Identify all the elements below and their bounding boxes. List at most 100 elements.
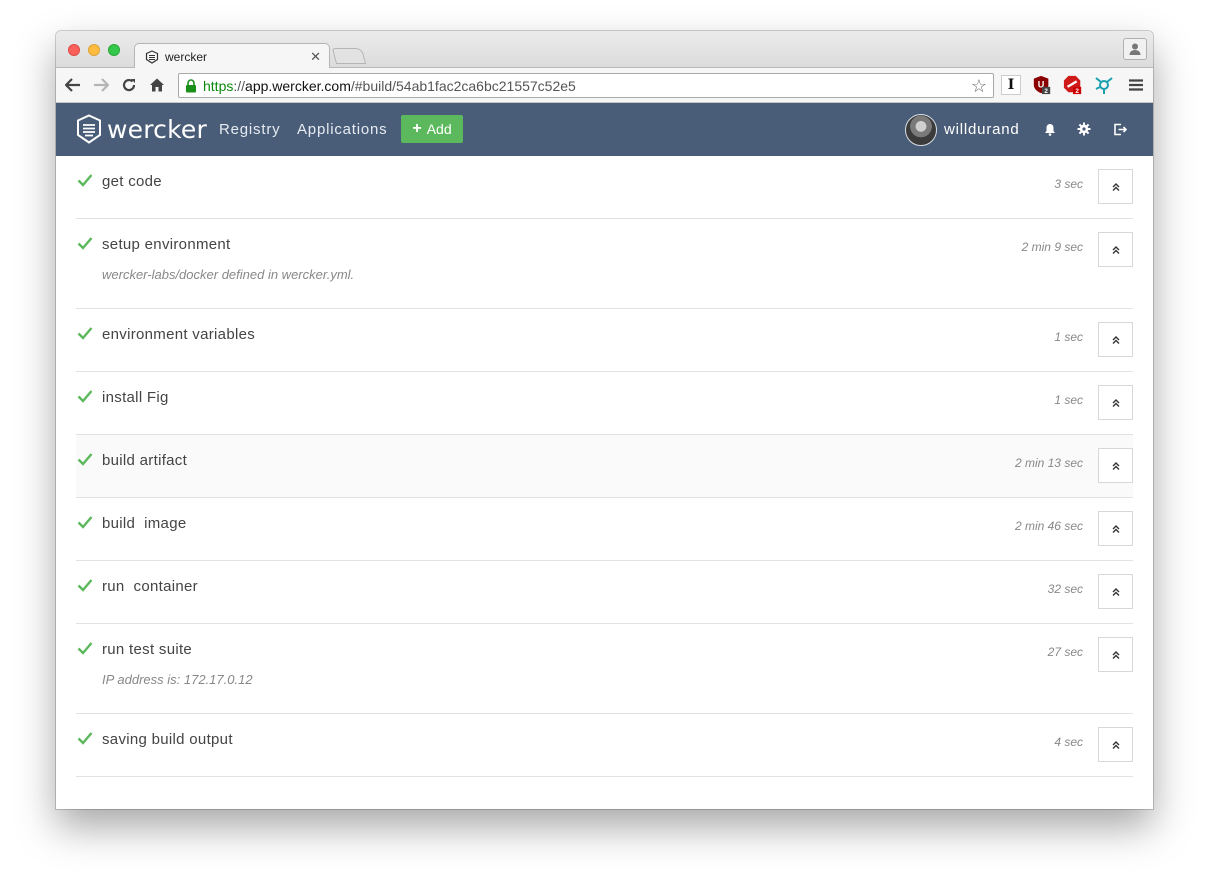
url-path: /#build/54ab1fac2ca6bc21557c52e5 bbox=[350, 77, 576, 94]
build-step-install-fig[interactable]: install Fig 1 sec bbox=[76, 372, 1133, 435]
check-icon bbox=[77, 236, 93, 255]
collapse-button[interactable] bbox=[1098, 322, 1133, 357]
build-step-get-code[interactable]: get code 3 sec bbox=[76, 156, 1133, 219]
step-name: run container bbox=[102, 578, 198, 595]
step-name: environment variables bbox=[102, 326, 256, 343]
collapse-button[interactable] bbox=[1098, 574, 1133, 609]
menu-icon[interactable] bbox=[1126, 75, 1146, 95]
add-button-label: Add bbox=[426, 121, 452, 137]
wercker-favicon-icon bbox=[145, 49, 159, 64]
logout-icon[interactable] bbox=[1112, 121, 1128, 137]
url-scheme-separator: :// bbox=[233, 77, 246, 94]
check-icon bbox=[77, 578, 93, 597]
nav-registry[interactable]: Registry bbox=[219, 121, 280, 138]
notifications-bell-icon[interactable] bbox=[1042, 121, 1058, 137]
url-scheme: https bbox=[203, 77, 234, 94]
forward-icon[interactable] bbox=[92, 76, 110, 94]
double-chevron-up-icon bbox=[1112, 461, 1119, 470]
step-duration: 4 sec bbox=[1054, 735, 1083, 749]
step-name: run test suite bbox=[102, 641, 193, 658]
check-icon bbox=[77, 731, 93, 750]
lock-icon bbox=[185, 79, 197, 96]
step-name: build artifact bbox=[102, 452, 188, 469]
browser-window: wercker ✕ https://app.wercker.com/#build… bbox=[56, 31, 1153, 809]
double-chevron-up-icon bbox=[1112, 587, 1119, 596]
double-chevron-up-icon bbox=[1112, 524, 1119, 533]
instapaper-label: I bbox=[1007, 77, 1015, 93]
tab-strip: wercker ✕ bbox=[56, 31, 1153, 69]
logo-text: wercker bbox=[107, 114, 207, 144]
double-chevron-up-icon bbox=[1112, 398, 1119, 407]
collapse-button[interactable] bbox=[1098, 727, 1133, 762]
collapse-button[interactable] bbox=[1098, 232, 1133, 267]
plus-icon: + bbox=[412, 120, 422, 137]
step-duration: 2 min 13 sec bbox=[1014, 456, 1083, 470]
step-duration: 1 sec bbox=[1054, 330, 1083, 344]
app-header: wercker Registry Applications + Add will… bbox=[56, 103, 1153, 156]
browser-toolbar: https://app.wercker.com/#build/54ab1fac2… bbox=[56, 68, 1153, 103]
double-chevron-up-icon bbox=[1112, 245, 1119, 254]
collapse-button[interactable] bbox=[1098, 511, 1133, 546]
step-message: wercker-labs/docker defined in wercker.y… bbox=[102, 267, 355, 282]
step-duration: 1 sec bbox=[1054, 393, 1083, 407]
step-name: build image bbox=[102, 515, 187, 532]
build-step-build-image[interactable]: build image 2 min 46 sec bbox=[76, 498, 1133, 561]
build-steps-list: get code 3 sec setup environment wercker… bbox=[76, 156, 1133, 777]
tab-title: wercker bbox=[165, 49, 208, 64]
instapaper-icon[interactable]: I bbox=[1001, 75, 1021, 95]
build-step-run-container[interactable]: run container 32 sec bbox=[76, 561, 1133, 624]
nav-applications[interactable]: Applications bbox=[297, 121, 387, 138]
browser-tab[interactable]: wercker ✕ bbox=[134, 43, 330, 69]
home-icon[interactable] bbox=[148, 76, 166, 94]
add-button[interactable]: + Add bbox=[401, 115, 463, 143]
svg-text:2: 2 bbox=[1044, 88, 1048, 95]
collapse-button[interactable] bbox=[1098, 169, 1133, 204]
wercker-logo[interactable]: wercker bbox=[76, 114, 207, 144]
check-icon bbox=[77, 326, 93, 345]
step-duration: 27 sec bbox=[1047, 645, 1083, 659]
build-step-run-test-suite[interactable]: run test suite IP address is: 172.17.0.1… bbox=[76, 624, 1133, 714]
new-tab-button[interactable] bbox=[331, 48, 367, 64]
step-name: install Fig bbox=[102, 389, 169, 406]
step-message: IP address is: 172.17.0.12 bbox=[102, 672, 253, 687]
back-icon[interactable] bbox=[64, 76, 82, 94]
step-name: setup environment bbox=[102, 236, 231, 253]
bookmark-star-icon[interactable]: ☆ bbox=[971, 76, 987, 97]
double-chevron-up-icon bbox=[1112, 740, 1119, 749]
build-step-environment-variables[interactable]: environment variables 1 sec bbox=[76, 309, 1133, 372]
step-duration: 2 min 9 sec bbox=[1021, 240, 1083, 254]
zoom-window-button[interactable] bbox=[108, 44, 120, 56]
avatar[interactable] bbox=[905, 114, 937, 146]
double-chevron-up-icon bbox=[1112, 182, 1119, 191]
double-chevron-up-icon bbox=[1112, 650, 1119, 659]
check-icon bbox=[77, 389, 93, 408]
build-step-saving-build-output[interactable]: saving build output 4 sec bbox=[76, 714, 1133, 777]
check-icon bbox=[77, 452, 93, 471]
url-host: app.wercker.com bbox=[245, 77, 351, 94]
minimize-window-button[interactable] bbox=[88, 44, 100, 56]
build-step-build-artifact[interactable]: build artifact 2 min 13 sec bbox=[76, 435, 1133, 498]
network-icon[interactable] bbox=[1094, 75, 1114, 95]
collapse-button[interactable] bbox=[1098, 637, 1133, 672]
person-icon bbox=[1129, 43, 1141, 55]
adblock-icon[interactable]: 2 bbox=[1063, 75, 1083, 95]
step-duration: 3 sec bbox=[1054, 177, 1083, 191]
step-duration: 2 min 46 sec bbox=[1014, 519, 1083, 533]
collapse-button[interactable] bbox=[1098, 385, 1133, 420]
close-tab-icon[interactable]: ✕ bbox=[310, 49, 321, 65]
address-bar[interactable]: https://app.wercker.com/#build/54ab1fac2… bbox=[178, 73, 994, 98]
build-step-setup-environment[interactable]: setup environment wercker-labs/docker de… bbox=[76, 219, 1133, 309]
step-name: saving build output bbox=[102, 731, 233, 748]
ublock-icon[interactable]: U2 bbox=[1032, 75, 1052, 95]
step-name: get code bbox=[102, 173, 162, 190]
reload-icon[interactable] bbox=[120, 76, 138, 94]
double-chevron-up-icon bbox=[1112, 335, 1119, 344]
collapse-button[interactable] bbox=[1098, 448, 1133, 483]
username[interactable]: willdurand bbox=[944, 121, 1020, 138]
settings-gear-icon[interactable] bbox=[1076, 121, 1092, 137]
check-icon bbox=[77, 515, 93, 534]
close-window-button[interactable] bbox=[68, 44, 80, 56]
svg-text:2: 2 bbox=[1075, 88, 1079, 95]
check-icon bbox=[77, 641, 93, 660]
profile-button[interactable] bbox=[1123, 38, 1147, 60]
